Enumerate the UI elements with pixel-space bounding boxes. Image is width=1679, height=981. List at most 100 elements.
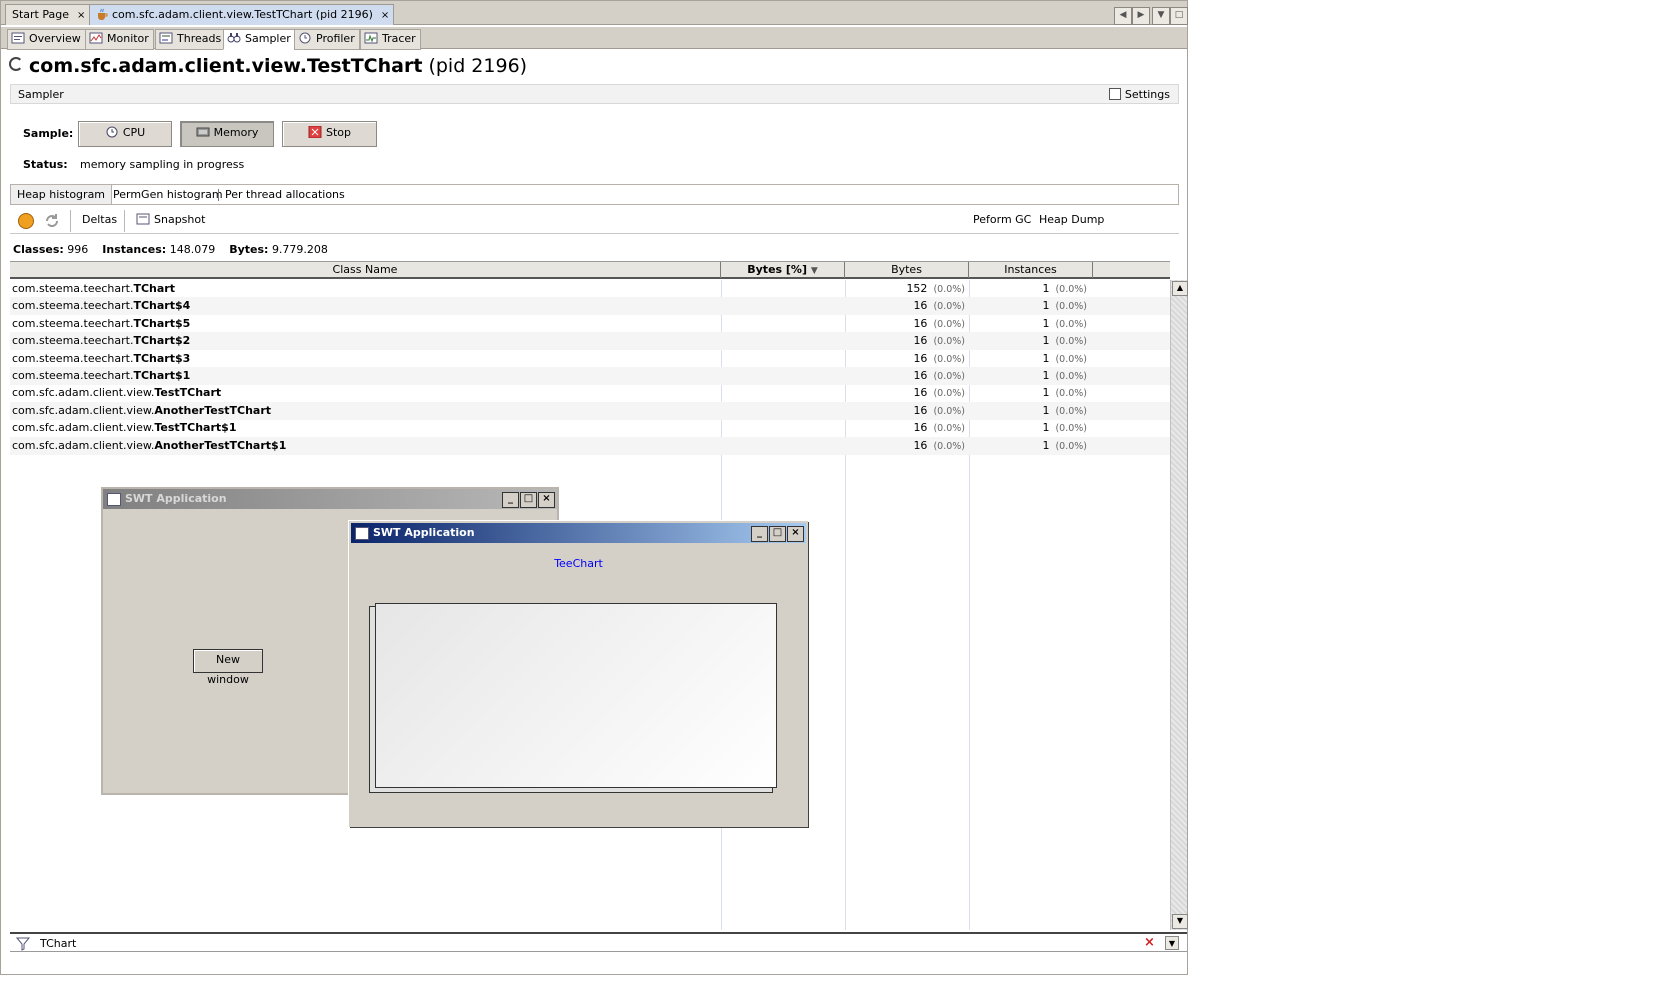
- bytes-value: 16: [913, 351, 928, 365]
- page-title: com.sfc.adam.client.view.TestTChart (pid…: [9, 55, 527, 77]
- instances-value: 1: [1042, 386, 1050, 400]
- filter-input[interactable]: TChart: [40, 937, 76, 950]
- maximize-icon[interactable]: □: [520, 492, 537, 508]
- sampler-header: Sampler Settings: [10, 84, 1179, 104]
- instances-value: 1: [1042, 334, 1050, 348]
- tab-list-dropdown-icon[interactable]: ▼: [1152, 7, 1170, 25]
- tab-start-page[interactable]: Start Page ×: [5, 4, 91, 25]
- perform-gc-button[interactable]: Peform GC: [973, 213, 1031, 226]
- overview-icon: [11, 32, 25, 44]
- refresh-button[interactable]: [44, 213, 64, 230]
- tab-overview[interactable]: Overview: [7, 29, 86, 50]
- maximize-icon[interactable]: □: [1170, 7, 1188, 25]
- scroll-right-icon[interactable]: ▶: [1132, 7, 1150, 25]
- tab-label: Sampler: [245, 32, 291, 45]
- memory-button[interactable]: Memory: [180, 121, 274, 147]
- class-name: TChart$4: [133, 299, 191, 313]
- tab-monitor[interactable]: Monitor: [85, 29, 154, 50]
- tab-tracer[interactable]: Tracer: [360, 29, 421, 50]
- column-bytes[interactable]: Bytes: [845, 262, 969, 278]
- class-name-cell: com.sfc.adam.client.view.AnotherTestTCha…: [12, 402, 271, 420]
- package-name: com.sfc.adam.client.view.: [12, 438, 155, 452]
- class-name: TestTChart$1: [154, 421, 237, 435]
- close-icon[interactable]: ×: [77, 10, 85, 21]
- document-tab-bar: Start Page × com.sfc.adam.client.view.Tes…: [1, 1, 1188, 25]
- maximize-icon[interactable]: □: [769, 526, 786, 542]
- class-name-cell: com.steema.teechart.TChart: [12, 280, 175, 298]
- clear-filter-icon[interactable]: ×: [1144, 936, 1155, 949]
- tab-label: Profiler: [316, 32, 355, 45]
- app-window-icon: [107, 493, 121, 506]
- snapshot-button[interactable]: Snapshot: [136, 213, 205, 226]
- teechart-canvas[interactable]: [375, 603, 777, 788]
- filter-history-dropdown-icon[interactable]: ▼: [1165, 936, 1179, 950]
- table-row[interactable]: com.steema.teechart.TChart$4 16 (0.0%) 1 (0.…: [10, 297, 1170, 316]
- table-row[interactable]: com.steema.teechart.TChart 152 (0.0%) 1 (0.0…: [10, 280, 1170, 298]
- pause-button[interactable]: [18, 213, 34, 229]
- tab-per-thread-allocations[interactable]: Per thread allocations: [218, 189, 351, 201]
- column-class-name[interactable]: Class Name: [10, 262, 721, 278]
- class-name: TestTChart: [154, 386, 222, 400]
- instances-percent: (0.0%): [1055, 336, 1087, 348]
- instances-cell: 1 (0.0%): [969, 402, 1087, 420]
- table-row[interactable]: com.steema.teechart.TChart$2 16 (0.0%) 1 (0.…: [10, 332, 1170, 351]
- column-bytes-percent[interactable]: Bytes [%] ▼: [721, 262, 845, 278]
- instances-percent: (0.0%): [1055, 353, 1087, 365]
- column-instances[interactable]: Instances: [969, 262, 1093, 278]
- sample-label: Sample:: [23, 127, 74, 140]
- deltas-button[interactable]: Deltas: [82, 213, 117, 226]
- tab-profiler[interactable]: Profiler: [294, 29, 360, 50]
- bytes-value: 16: [913, 369, 928, 382]
- table-row[interactable]: com.sfc.adam.client.view.TestTChart 16 (0.…: [10, 384, 1170, 402]
- minimize-icon[interactable]: _: [751, 526, 768, 542]
- swt-window-titlebar[interactable]: SWT Application _ □ ×: [103, 489, 557, 509]
- swt-window-title: SWT Application: [125, 492, 227, 505]
- close-icon[interactable]: ×: [381, 10, 389, 21]
- instances-percent: (0.0%): [1055, 440, 1087, 452]
- vertical-scrollbar[interactable]: ▲ ▼: [1170, 280, 1188, 930]
- scroll-up-icon[interactable]: ▲: [1172, 281, 1188, 296]
- close-icon[interactable]: ×: [538, 492, 555, 508]
- table-row[interactable]: com.sfc.adam.client.view.AnotherTestTCha…: [10, 401, 1170, 420]
- tab-heap-histogram[interactable]: Heap histogram: [11, 185, 113, 204]
- stop-button[interactable]: Stop: [282, 121, 377, 147]
- scroll-down-icon[interactable]: ▼: [1172, 914, 1188, 929]
- status-label: Status:: [23, 158, 68, 171]
- package-name: com.sfc.adam.client.view.: [12, 403, 155, 417]
- tab-sampler[interactable]: Sampler: [223, 29, 296, 50]
- table-row[interactable]: com.steema.teechart.TChart$3 16 (0.0%) 1 (0.…: [10, 350, 1170, 368]
- table-row[interactable]: com.sfc.adam.client.view.AnotherTestTCha…: [10, 436, 1170, 455]
- table-row[interactable]: com.steema.teechart.TChart$1 16 (0.0%) 1 (0.…: [10, 367, 1170, 385]
- toolbar-separator: [70, 210, 71, 232]
- settings-checkbox[interactable]: Settings: [1108, 88, 1170, 101]
- instances-value: 1: [1042, 282, 1050, 295]
- instances-percent: (0.0%): [1055, 284, 1087, 295]
- bytes-value: 152: [906, 282, 928, 295]
- classes-count: 996: [67, 243, 89, 256]
- bytes-cell: 16 (0.0%): [845, 419, 965, 437]
- scroll-left-icon[interactable]: ◀: [1114, 7, 1132, 25]
- instances-value: 1: [1042, 403, 1050, 417]
- new-window-button[interactable]: New window: [193, 649, 263, 686]
- table-row[interactable]: com.steema.teechart.TChart$5 16 (0.0%) 1 (0.…: [10, 315, 1170, 333]
- bytes-percent: (0.0%): [933, 336, 965, 348]
- swt-window-titlebar[interactable]: SWT Application _ □ ×: [351, 523, 806, 543]
- tab-label: Overview: [29, 32, 81, 45]
- bytes-value: 16: [913, 421, 928, 435]
- table-row[interactable]: com.sfc.adam.client.view.TestTChart$1 16 (…: [10, 419, 1170, 437]
- bytes-percent: (0.0%): [933, 371, 965, 382]
- cpu-button[interactable]: CPU: [78, 121, 172, 147]
- heap-dump-button[interactable]: Heap Dump: [1039, 213, 1104, 226]
- minimize-icon[interactable]: _: [502, 492, 519, 508]
- tab-testtchart[interactable]: com.sfc.adam.client.view.TestTChart (pid…: [89, 4, 395, 25]
- class-name: TChart$3: [133, 351, 191, 365]
- close-icon[interactable]: ×: [787, 526, 804, 542]
- tab-permgen-histogram[interactable]: PermGen histogram: [107, 185, 229, 204]
- cpu-label: CPU: [122, 126, 146, 139]
- bytes-value: 16: [913, 334, 928, 348]
- tab-threads[interactable]: Threads: [155, 29, 227, 50]
- tracer-icon: [364, 32, 378, 44]
- tab-label: Monitor: [107, 32, 149, 45]
- checkbox-icon[interactable]: [1108, 88, 1121, 100]
- instances-label: Instances:: [102, 243, 167, 256]
